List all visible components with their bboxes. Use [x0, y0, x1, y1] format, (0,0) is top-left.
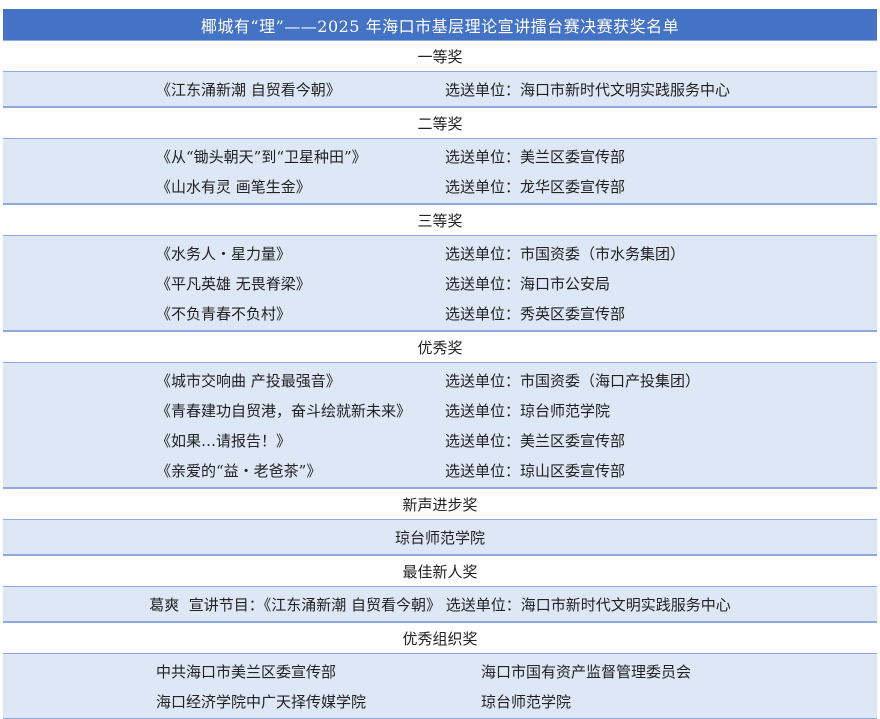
work-title: 《平凡英雄 无畏脊梁》: [156, 274, 311, 293]
submitting-unit: 选送单位：美兰区委宣传部: [445, 147, 626, 166]
list-item: 《青春建功自贸港，奋斗绘就新未来》 选送单位：琼台师范学院: [3, 395, 877, 425]
list-item: 《如果…请报告！》 选送单位：美兰区委宣传部: [3, 425, 877, 455]
list-item: 《山水有灵 画笔生金》 选送单位：龙华区委宣传部: [3, 171, 877, 201]
submitting-unit: 选送单位：海口市公安局: [445, 274, 611, 293]
third-prize-heading: 三等奖: [3, 204, 877, 236]
excellent-prize-heading: 优秀奖: [3, 331, 877, 363]
list-item: 《亲爱的“益・老爸茶”》 选送单位：琼山区委宣传部: [3, 455, 877, 485]
second-prize-heading: 二等奖: [3, 107, 877, 139]
work-title: 《青春建功自贸港，奋斗绘就新未来》: [156, 401, 412, 420]
list-item: 中共海口市美兰区委宣传部 海口市国有资产监督管理委员会: [3, 656, 877, 686]
list-item: 海口经济学院中广天择传媒学院 琼台师范学院: [3, 686, 877, 716]
submitting-unit: 选送单位：秀英区委宣传部: [445, 304, 626, 323]
list-item: 《江东涌新潮 自贸看今朝》 选送单位：海口市新时代文明实践服务中心: [3, 74, 877, 104]
work-title: 《从“锄头朝天”到“卫星种田”》: [156, 147, 367, 166]
submitting-unit: 选送单位：琼台师范学院: [445, 401, 611, 420]
work-title: 《山水有灵 画笔生金》: [156, 177, 311, 196]
work-title: 《水务人・星力量》: [156, 244, 292, 263]
list-item: 琼台师范学院: [3, 522, 877, 552]
progress-prize-heading: 新声进步奖: [3, 488, 877, 520]
organization-name: 琼台师范学院: [481, 692, 572, 711]
list-item: 《城市交响曲 产投最强音》 选送单位：市国资委（海口产投集团）: [3, 365, 877, 395]
submitting-unit: 选送单位：龙华区委宣传部: [445, 177, 626, 196]
award-table: 椰城有“理”——2025 年海口市基层理论宣讲擂台赛决赛获奖名单 一等奖 《江东…: [3, 9, 877, 719]
winner-entry: 葛爽 宣讲节目：《江东涌新潮 自贸看今朝》 选送单位：海口市新时代文明实践服务中…: [149, 595, 731, 614]
second-prize-list: 《从“锄头朝天”到“卫星种田”》 选送单位：美兰区委宣传部 《山水有灵 画笔生金…: [3, 139, 877, 204]
third-prize-list: 《水务人・星力量》 选送单位：市国资委（市水务集团） 《平凡英雄 无畏脊梁》 选…: [3, 236, 877, 331]
list-item: 《平凡英雄 无畏脊梁》 选送单位：海口市公安局: [3, 268, 877, 298]
progress-prize-list: 琼台师范学院: [3, 520, 877, 555]
submitting-unit: 选送单位：市国资委（市水务集团）: [445, 244, 686, 263]
list-item: 《水务人・星力量》 选送单位：市国资委（市水务集团）: [3, 238, 877, 268]
excellent-prize-list: 《城市交响曲 产投最强音》 选送单位：市国资委（海口产投集团） 《青春建功自贸港…: [3, 363, 877, 488]
list-item: 《从“锄头朝天”到“卫星种田”》 选送单位：美兰区委宣传部: [3, 141, 877, 171]
organization-prize-heading: 优秀组织奖: [3, 622, 877, 654]
winner-name: 琼台师范学院: [394, 528, 485, 547]
organization-name: 海口市国有资产监督管理委员会: [481, 662, 692, 681]
newcomer-prize-list: 葛爽 宣讲节目：《江东涌新潮 自贸看今朝》 选送单位：海口市新时代文明实践服务中…: [3, 587, 877, 622]
organization-name: 中共海口市美兰区委宣传部: [156, 662, 337, 681]
work-title: 《城市交响曲 产投最强音》: [156, 371, 341, 390]
first-prize-heading: 一等奖: [3, 40, 877, 72]
submitting-unit: 选送单位：市国资委（海口产投集团）: [445, 371, 701, 390]
organization-prize-list: 中共海口市美兰区委宣传部 海口市国有资产监督管理委员会 海口经济学院中广天择传媒…: [3, 654, 877, 719]
work-title: 《江东涌新潮 自贸看今朝》: [156, 80, 341, 99]
newcomer-prize-heading: 最佳新人奖: [3, 555, 877, 587]
work-title: 《不负青春不负村》: [156, 304, 292, 323]
work-title: 《如果…请报告！》: [156, 431, 292, 450]
organization-name: 海口经济学院中广天择传媒学院: [156, 692, 367, 711]
list-item: 《不负青春不负村》 选送单位：秀英区委宣传部: [3, 298, 877, 328]
work-title: 《亲爱的“益・老爸茶”》: [156, 461, 322, 480]
submitting-unit: 选送单位：美兰区委宣传部: [445, 431, 626, 450]
submitting-unit: 选送单位：海口市新时代文明实践服务中心: [445, 80, 731, 99]
first-prize-list: 《江东涌新潮 自贸看今朝》 选送单位：海口市新时代文明实践服务中心: [3, 72, 877, 107]
list-item: 葛爽 宣讲节目：《江东涌新潮 自贸看今朝》 选送单位：海口市新时代文明实践服务中…: [3, 589, 877, 619]
table-title: 椰城有“理”——2025 年海口市基层理论宣讲擂台赛决赛获奖名单: [3, 9, 877, 40]
submitting-unit: 选送单位：琼山区委宣传部: [445, 461, 626, 480]
